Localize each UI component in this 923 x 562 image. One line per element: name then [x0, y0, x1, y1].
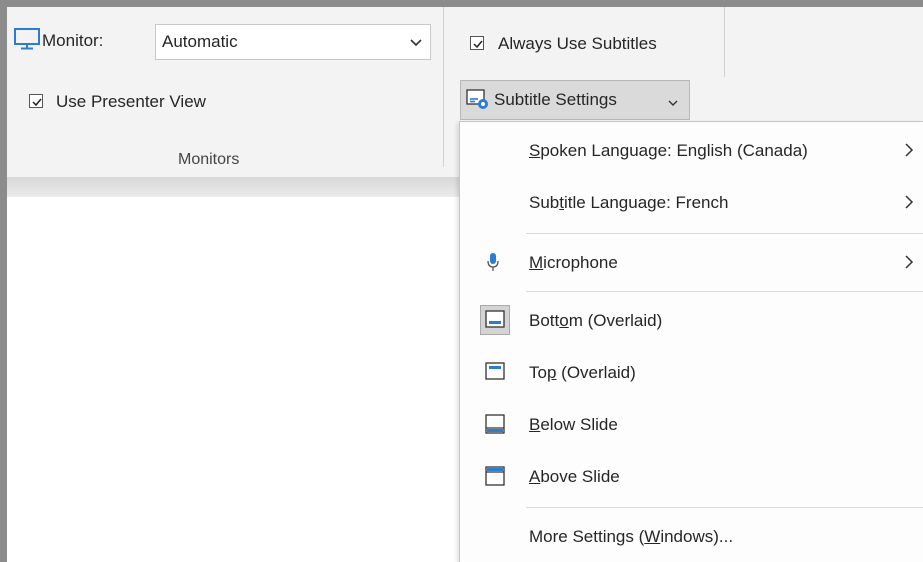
- menu-item-spoken-language[interactable]: Spoken Language: English (Canada): [460, 126, 923, 176]
- monitors-group-label: Monitors: [178, 151, 240, 168]
- subtitle-settings-icon: [466, 89, 490, 116]
- menu-divider: [526, 507, 923, 508]
- subtitle-bottom-overlaid-icon: [485, 310, 505, 333]
- menu-item-top-overlaid[interactable]: Top (Overlaid): [460, 348, 923, 398]
- subtitle-settings-menu: Spoken Language: English (Canada) Subtit…: [459, 121, 923, 562]
- subtitle-below-slide-icon: [485, 414, 505, 439]
- window-top-border: [0, 0, 923, 7]
- use-presenter-view-label: Use Presenter View: [56, 92, 206, 111]
- subtitle-language-label: Subtitle Language: French: [529, 193, 729, 212]
- bottom-overlaid-label: Bottom (Overlaid): [529, 311, 663, 330]
- menu-item-more-settings[interactable]: More Settings (Windows)...: [460, 512, 923, 562]
- use-presenter-view-checkbox[interactable]: [29, 94, 43, 108]
- monitor-icon: [14, 28, 40, 55]
- window-left-border: [0, 0, 7, 562]
- chevron-down-icon[interactable]: [401, 25, 430, 59]
- subtitle-above-slide-icon: [485, 466, 505, 491]
- checkmark-icon: [32, 98, 42, 107]
- spoken-language-label: Spoken Language: English (Canada): [529, 141, 808, 160]
- menu-item-below-slide[interactable]: Below Slide: [460, 400, 923, 450]
- menu-divider: [526, 291, 923, 292]
- menu-divider: [526, 233, 923, 234]
- always-use-subtitles-label: Always Use Subtitles: [498, 34, 657, 53]
- above-slide-label: Above Slide: [529, 467, 620, 486]
- microphone-label: Microphone: [529, 253, 618, 272]
- menu-item-microphone[interactable]: Microphone: [460, 238, 923, 288]
- always-use-subtitles-checkbox[interactable]: [470, 36, 484, 50]
- chevron-right-icon: [904, 194, 914, 215]
- ribbon-bottom-shadow: [7, 177, 460, 197]
- monitor-dropdown-value: Automatic: [162, 32, 238, 51]
- subtitle-settings-button[interactable]: Subtitle Settings: [460, 80, 690, 120]
- chevron-down-icon: [668, 95, 678, 113]
- subtitle-top-overlaid-icon: [485, 362, 505, 385]
- menu-item-above-slide[interactable]: Above Slide: [460, 452, 923, 502]
- top-overlaid-label: Top (Overlaid): [529, 363, 636, 382]
- menu-item-subtitle-language[interactable]: Subtitle Language: French: [460, 178, 923, 228]
- below-slide-label: Below Slide: [529, 415, 618, 434]
- group-separator: [724, 7, 725, 77]
- microphone-icon: [487, 252, 499, 279]
- more-settings-label: More Settings (Windows)...: [529, 527, 734, 546]
- chevron-right-icon: [904, 142, 914, 163]
- monitor-label: Monitor:: [42, 31, 104, 50]
- menu-item-bottom-overlaid[interactable]: Bottom (Overlaid): [460, 296, 923, 346]
- monitor-dropdown[interactable]: Automatic: [155, 24, 431, 60]
- checkmark-icon: [473, 40, 483, 49]
- group-separator: [443, 7, 444, 167]
- chevron-right-icon: [904, 254, 914, 275]
- subtitle-settings-label: Subtitle Settings: [494, 90, 617, 109]
